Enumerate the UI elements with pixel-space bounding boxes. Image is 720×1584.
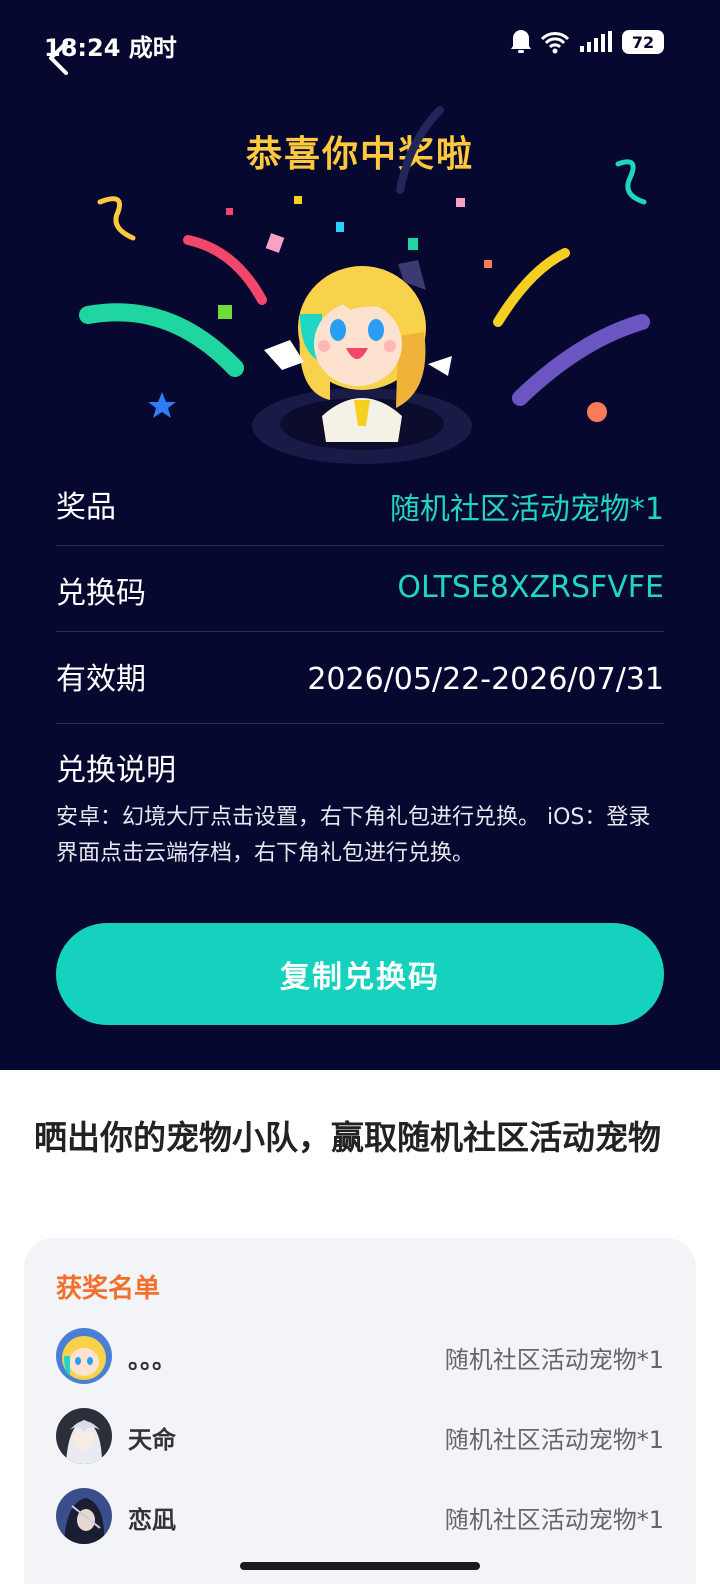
- winner-prize: 随机社区活动宠物*1: [444, 1426, 664, 1454]
- home-indicator[interactable]: [240, 1562, 480, 1570]
- winner-prize: 随机社区活动宠物*1: [444, 1346, 664, 1374]
- prize-value: 随机社区活动宠物*1: [389, 492, 664, 527]
- winner-row[interactable]: 。。。 随机社区活动宠物*1: [56, 1328, 664, 1388]
- winner-name: 天命: [128, 1426, 176, 1454]
- instructions-text: 安卓：幻境大厅点击设置，右下角礼包进行兑换。 iOS：登录界面点击云端存档，右下…: [56, 805, 651, 866]
- code-row: 兑换码 OLTSE8XZRSFVFE: [56, 546, 664, 632]
- validity-row: 有效期 2026/05/22-2026/07/31: [56, 632, 664, 724]
- prize-label: 奖品: [56, 490, 116, 525]
- validity-label: 有效期: [56, 662, 146, 697]
- winner-row[interactable]: 天命 随机社区活动宠物*1: [56, 1408, 664, 1468]
- status-icons: 72: [510, 28, 664, 56]
- instructions-title: 兑换说明: [56, 753, 176, 788]
- prize-row: 奖品 随机社区活动宠物*1: [56, 460, 664, 546]
- winner-prize: 随机社区活动宠物*1: [444, 1506, 664, 1534]
- validity-value: 2026/05/22-2026/07/31: [307, 662, 664, 697]
- back-button[interactable]: [38, 38, 78, 78]
- alarm-icon: [511, 30, 531, 53]
- chevron-left-icon: [49, 41, 68, 75]
- status-bar: 18:24 成时 72: [0, 20, 720, 64]
- signal-icon: [580, 31, 612, 52]
- wifi-icon: [540, 32, 570, 54]
- battery-icon: 72: [622, 30, 664, 54]
- celebration-illustration: [79, 106, 650, 464]
- prize-panel: 18:24 成时 72 恭喜你中奖啦 奖品 随机社区活动宠物*1 兑换码 OLT…: [0, 0, 720, 1070]
- avatar: [56, 1488, 112, 1544]
- winner-list-heading: 获奖名单: [56, 1274, 161, 1304]
- code-label: 兑换码: [56, 576, 146, 611]
- avatar: [56, 1408, 112, 1464]
- winner-name: 。。。: [128, 1346, 176, 1374]
- winner-row[interactable]: 恋凪 随机社区活动宠物*1: [56, 1488, 664, 1548]
- winner-name: 恋凪: [128, 1506, 176, 1534]
- section-title: 晒出你的宠物小队，赢取随机社区活动宠物: [34, 1118, 661, 1157]
- copy-code-button[interactable]: 复制兑换码: [56, 923, 664, 1025]
- code-value[interactable]: OLTSE8XZRSFVFE: [397, 570, 664, 605]
- winner-list-card: 获奖名单 。。。 随机社区活动宠物*1 天命 随机社区活动宠物*1 恋凪 随机社…: [24, 1238, 696, 1584]
- avatar: [56, 1328, 112, 1384]
